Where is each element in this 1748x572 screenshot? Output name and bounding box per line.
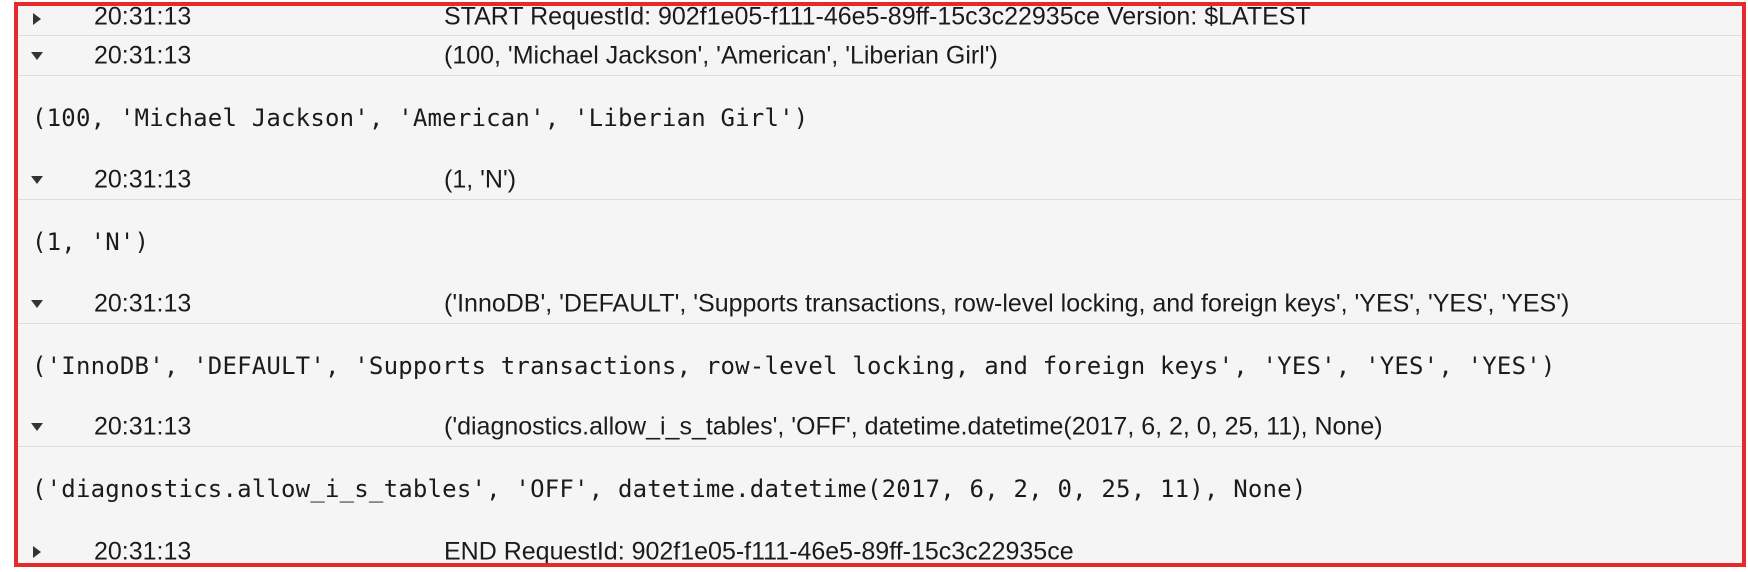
event-detail: ('diagnostics.allow_i_s_tables', 'OFF', …: [18, 447, 1742, 530]
event-message: START RequestId: 902f1e05-f111-46e5-89ff…: [444, 2, 1311, 31]
event-timestamp: 20:31:13: [94, 537, 192, 565]
event-detail: ('InnoDB', 'DEFAULT', 'Supports transact…: [18, 324, 1742, 407]
event-timestamp: 20:31:13: [94, 165, 192, 193]
caret-right-icon[interactable]: [30, 545, 44, 559]
event-message: (100, 'Michael Jackson', 'American', 'Li…: [444, 41, 998, 69]
log-events-highlight: 20:31:13 START RequestId: 902f1e05-f111-…: [14, 2, 1746, 567]
log-event-row[interactable]: 20:31:13 (100, 'Michael Jackson', 'Ameri…: [18, 36, 1742, 76]
event-timestamp: 20:31:13: [94, 2, 192, 31]
event-timestamp: 20:31:13: [94, 289, 192, 317]
event-message: ('diagnostics.allow_i_s_tables', 'OFF', …: [444, 412, 1383, 440]
log-event-row[interactable]: 20:31:13 ('diagnostics.allow_i_s_tables'…: [18, 407, 1742, 447]
event-detail: (1, 'N'): [18, 200, 1742, 284]
event-detail-text: ('diagnostics.allow_i_s_tables', 'OFF', …: [32, 474, 1307, 503]
caret-down-icon[interactable]: [30, 49, 44, 63]
event-message: END RequestId: 902f1e05-f111-46e5-89ff-1…: [444, 537, 1074, 565]
event-detail-text: ('InnoDB', 'DEFAULT', 'Supports transact…: [32, 351, 1556, 380]
caret-down-icon[interactable]: [30, 297, 44, 311]
log-event-row[interactable]: 20:31:13 END RequestId: 902f1e05-f111-46…: [18, 530, 1742, 565]
log-event-row[interactable]: 20:31:13 START RequestId: 902f1e05-f111-…: [18, 6, 1742, 36]
caret-down-icon[interactable]: [30, 420, 44, 434]
event-message: ('InnoDB', 'DEFAULT', 'Supports transact…: [444, 289, 1570, 317]
caret-down-icon[interactable]: [30, 173, 44, 187]
log-event-row[interactable]: 20:31:13 (1, 'N'): [18, 160, 1742, 200]
event-detail-text: (1, 'N'): [32, 228, 150, 256]
log-event-row[interactable]: 20:31:13 ('InnoDB', 'DEFAULT', 'Supports…: [18, 284, 1742, 324]
event-timestamp: 20:31:13: [94, 41, 192, 69]
event-detail: (100, 'Michael Jackson', 'American', 'Li…: [18, 76, 1742, 160]
event-detail-text: (100, 'Michael Jackson', 'American', 'Li…: [32, 104, 809, 132]
event-timestamp: 20:31:13: [94, 412, 192, 440]
event-message: (1, 'N'): [444, 165, 517, 193]
caret-right-icon[interactable]: [30, 12, 44, 26]
